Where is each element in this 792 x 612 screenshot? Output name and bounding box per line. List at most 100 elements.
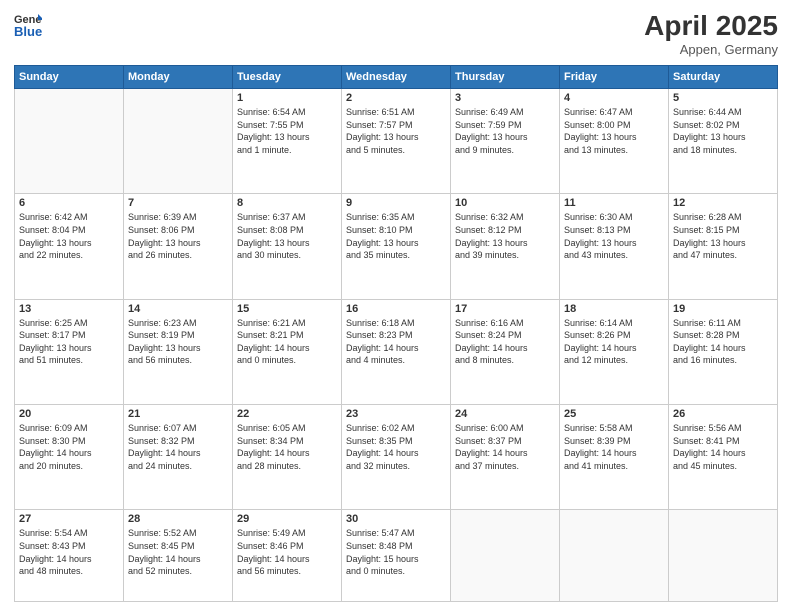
table-row: 23 Sunrise: 6:02 AM Sunset: 8:35 PM Dayli…: [342, 404, 451, 509]
day-info: Sunrise: 6:25 AM Sunset: 8:17 PM Dayligh…: [19, 317, 119, 367]
day-info: Sunrise: 6:23 AM Sunset: 8:19 PM Dayligh…: [128, 317, 228, 367]
day-info: Sunrise: 6:49 AM Sunset: 7:59 PM Dayligh…: [455, 106, 555, 156]
day-number: 12: [673, 197, 773, 209]
table-row: 4Sunrise: 6:47 AM Sunset: 8:00 PM Daylig…: [560, 89, 669, 194]
table-row: 20Sunrise: 6:09 AM Sunset: 8:30 PM Dayli…: [15, 404, 124, 509]
day-info: Sunrise: 6:42 AM Sunset: 8:04 PM Dayligh…: [19, 211, 119, 261]
day-info: Sunrise: 6:14 AM Sunset: 8:26 PM Dayligh…: [564, 317, 664, 367]
day-number: 11: [564, 197, 664, 209]
table-row: [560, 510, 669, 602]
table-row: [124, 89, 233, 194]
day-number: 25: [564, 408, 664, 420]
page-title: April 2025: [644, 10, 778, 42]
table-row: [15, 89, 124, 194]
day-info: Sunrise: 6:00 AM Sunset: 8:37 PM Dayligh…: [455, 422, 555, 472]
day-info: Sunrise: 6:11 AM Sunset: 8:28 PM Dayligh…: [673, 317, 773, 367]
header-monday: Monday: [124, 66, 233, 89]
day-info: Sunrise: 6:02 AM Sunset: 8:35 PM Dayligh…: [346, 422, 446, 472]
day-number: 23: [346, 408, 446, 420]
day-info: Sunrise: 6:30 AM Sunset: 8:13 PM Dayligh…: [564, 211, 664, 261]
day-number: 10: [455, 197, 555, 209]
day-info: Sunrise: 5:54 AM Sunset: 8:43 PM Dayligh…: [19, 527, 119, 577]
logo-icon: General Blue: [14, 10, 42, 38]
day-info: Sunrise: 6:16 AM Sunset: 8:24 PM Dayligh…: [455, 317, 555, 367]
day-number: 18: [564, 303, 664, 315]
day-info: Sunrise: 5:49 AM Sunset: 8:46 PM Dayligh…: [237, 527, 337, 577]
header-saturday: Saturday: [669, 66, 778, 89]
day-info: Sunrise: 6:39 AM Sunset: 8:06 PM Dayligh…: [128, 211, 228, 261]
page-subtitle: Appen, Germany: [644, 42, 778, 57]
table-row: 3 Sunrise: 6:49 AM Sunset: 7:59 PM Daylig…: [451, 89, 560, 194]
day-info: Sunrise: 6:18 AM Sunset: 8:23 PM Dayligh…: [346, 317, 446, 367]
day-info: Sunrise: 6:09 AM Sunset: 8:30 PM Dayligh…: [19, 422, 119, 472]
day-info: Sunrise: 6:35 AM Sunset: 8:10 PM Dayligh…: [346, 211, 446, 261]
day-info: Sunrise: 6:44 AM Sunset: 8:02 PM Dayligh…: [673, 106, 773, 156]
day-number: 2: [346, 92, 446, 104]
table-row: 11 Sunrise: 6:30 AM Sunset: 8:13 PM Dayli…: [560, 194, 669, 299]
table-row: 24 Sunrise: 6:00 AM Sunset: 8:37 PM Dayli…: [451, 404, 560, 509]
day-number: 15: [237, 303, 337, 315]
day-number: 13: [19, 303, 119, 315]
table-row: 9 Sunrise: 6:35 AM Sunset: 8:10 PM Daylig…: [342, 194, 451, 299]
day-info: Sunrise: 6:07 AM Sunset: 8:32 PM Dayligh…: [128, 422, 228, 472]
day-number: 1: [237, 92, 337, 104]
table-row: 19 Sunrise: 6:11 AM Sunset: 8:28 PM Dayli…: [669, 299, 778, 404]
day-info: Sunrise: 6:28 AM Sunset: 8:15 PM Dayligh…: [673, 211, 773, 261]
day-number: 30: [346, 513, 446, 525]
table-row: 26Sunrise: 5:56 AM Sunset: 8:41 PM Dayli…: [669, 404, 778, 509]
table-row: 8 Sunrise: 6:37 AM Sunset: 8:08 PM Daylig…: [233, 194, 342, 299]
day-number: 28: [128, 513, 228, 525]
table-row: [669, 510, 778, 602]
day-number: 14: [128, 303, 228, 315]
day-number: 6: [19, 197, 119, 209]
table-row: 28Sunrise: 5:52 AM Sunset: 8:45 PM Dayli…: [124, 510, 233, 602]
table-row: 14 Sunrise: 6:23 AM Sunset: 8:19 PM Dayli…: [124, 299, 233, 404]
calendar-table: Sunday Monday Tuesday Wednesday Thursday…: [14, 65, 778, 602]
logo: General Blue: [14, 10, 42, 38]
table-row: 21 Sunrise: 6:07 AM Sunset: 8:32 PM Dayli…: [124, 404, 233, 509]
table-row: 22 Sunrise: 6:05 AM Sunset: 8:34 PM Dayli…: [233, 404, 342, 509]
day-number: 7: [128, 197, 228, 209]
day-number: 27: [19, 513, 119, 525]
page: General Blue April 2025 Appen, Germany S…: [0, 0, 792, 612]
table-row: 12 Sunrise: 6:28 AM Sunset: 8:15 PM Dayli…: [669, 194, 778, 299]
table-row: 25 Sunrise: 5:58 AM Sunset: 8:39 PM Dayli…: [560, 404, 669, 509]
header-wednesday: Wednesday: [342, 66, 451, 89]
day-number: 24: [455, 408, 555, 420]
day-info: Sunrise: 6:21 AM Sunset: 8:21 PM Dayligh…: [237, 317, 337, 367]
header: General Blue April 2025 Appen, Germany: [14, 10, 778, 57]
header-sunday: Sunday: [15, 66, 124, 89]
table-row: 1 Sunrise: 6:54 AM Sunset: 7:55 PM Daylig…: [233, 89, 342, 194]
table-row: 6 Sunrise: 6:42 AM Sunset: 8:04 PM Daylig…: [15, 194, 124, 299]
table-row: 18 Sunrise: 6:14 AM Sunset: 8:26 PM Dayli…: [560, 299, 669, 404]
day-number: 5: [673, 92, 773, 104]
svg-text:Blue: Blue: [14, 24, 42, 38]
day-number: 8: [237, 197, 337, 209]
day-info: Sunrise: 6:05 AM Sunset: 8:34 PM Dayligh…: [237, 422, 337, 472]
day-number: 22: [237, 408, 337, 420]
day-number: 29: [237, 513, 337, 525]
day-number: 16: [346, 303, 446, 315]
day-info: Sunrise: 5:56 AM Sunset: 8:41 PM Dayligh…: [673, 422, 773, 472]
table-row: 16 Sunrise: 6:18 AM Sunset: 8:23 PM Dayli…: [342, 299, 451, 404]
day-info: Sunrise: 6:54 AM Sunset: 7:55 PM Dayligh…: [237, 106, 337, 156]
table-row: 30 Sunrise: 5:47 AM Sunset: 8:48 PM Dayli…: [342, 510, 451, 602]
table-row: 29 Sunrise: 5:49 AM Sunset: 8:46 PM Dayli…: [233, 510, 342, 602]
day-number: 19: [673, 303, 773, 315]
table-row: 13 Sunrise: 6:25 AM Sunset: 8:17 PM Dayli…: [15, 299, 124, 404]
table-row: 2 Sunrise: 6:51 AM Sunset: 7:57 PM Daylig…: [342, 89, 451, 194]
day-number: 21: [128, 408, 228, 420]
day-number: 9: [346, 197, 446, 209]
header-friday: Friday: [560, 66, 669, 89]
table-row: 27 Sunrise: 5:54 AM Sunset: 8:43 PM Dayli…: [15, 510, 124, 602]
header-tuesday: Tuesday: [233, 66, 342, 89]
day-info: Sunrise: 5:58 AM Sunset: 8:39 PM Dayligh…: [564, 422, 664, 472]
day-number: 3: [455, 92, 555, 104]
day-info: Sunrise: 6:51 AM Sunset: 7:57 PM Dayligh…: [346, 106, 446, 156]
table-row: 15 Sunrise: 6:21 AM Sunset: 8:21 PM Dayli…: [233, 299, 342, 404]
day-info: Sunrise: 5:47 AM Sunset: 8:48 PM Dayligh…: [346, 527, 446, 577]
title-block: April 2025 Appen, Germany: [644, 10, 778, 57]
day-info: Sunrise: 6:37 AM Sunset: 8:08 PM Dayligh…: [237, 211, 337, 261]
day-info: Sunrise: 6:32 AM Sunset: 8:12 PM Dayligh…: [455, 211, 555, 261]
day-info: Sunrise: 6:47 AM Sunset: 8:00 PM Dayligh…: [564, 106, 664, 156]
